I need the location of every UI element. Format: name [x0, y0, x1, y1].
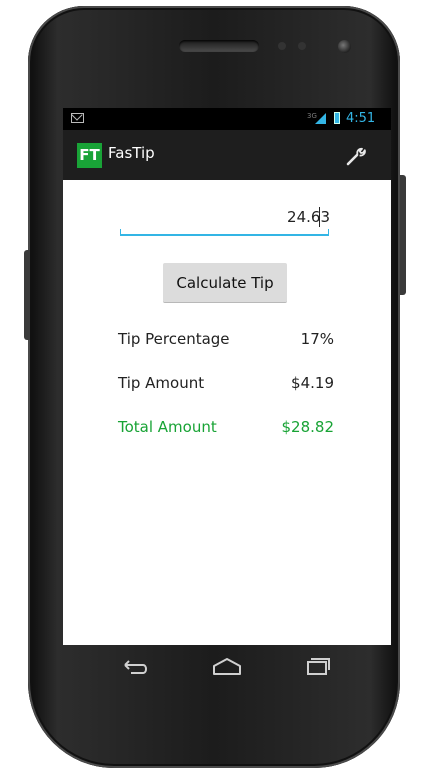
wrench-icon[interactable]: [345, 145, 367, 167]
status-bar: 3G 4:51: [63, 108, 391, 130]
status-time: 4:51: [346, 111, 376, 126]
mail-notification-icon: [71, 113, 84, 123]
calculate-tip-button[interactable]: Calculate Tip: [163, 263, 287, 303]
light-sensor: [298, 42, 306, 50]
tip-amount-label: Tip Amount: [118, 374, 205, 392]
phone-side-button-left: [24, 250, 30, 340]
navigation-bar: [63, 645, 391, 687]
tip-percentage-label: Tip Percentage: [118, 330, 230, 348]
proximity-sensor: [278, 42, 286, 50]
main-content: Calculate Tip Tip Percentage 17% Tip Amo…: [63, 180, 391, 645]
tip-amount-value: $4.19: [291, 374, 334, 392]
app-logo[interactable]: FT: [77, 143, 102, 168]
app-title: FasTip: [108, 144, 155, 162]
recent-apps-icon[interactable]: [299, 655, 335, 677]
phone-screen: 3G 4:51 FT FasTip Calculate Tip Tip Perc…: [63, 108, 391, 645]
input-underline: [120, 229, 329, 236]
home-icon[interactable]: [209, 655, 245, 677]
front-camera: [338, 40, 351, 53]
signal-icon: [315, 113, 326, 124]
tip-percentage-value: 17%: [300, 330, 334, 348]
back-icon[interactable]: [117, 655, 153, 677]
earpiece-speaker: [179, 40, 259, 52]
bill-amount-input[interactable]: [120, 198, 334, 236]
total-amount-label: Total Amount: [118, 418, 217, 436]
text-cursor: [319, 207, 320, 227]
total-amount-value: $28.82: [281, 418, 335, 436]
battery-icon: [334, 112, 340, 124]
phone-side-button-right: [400, 175, 406, 295]
action-bar: FT FasTip: [63, 130, 391, 180]
